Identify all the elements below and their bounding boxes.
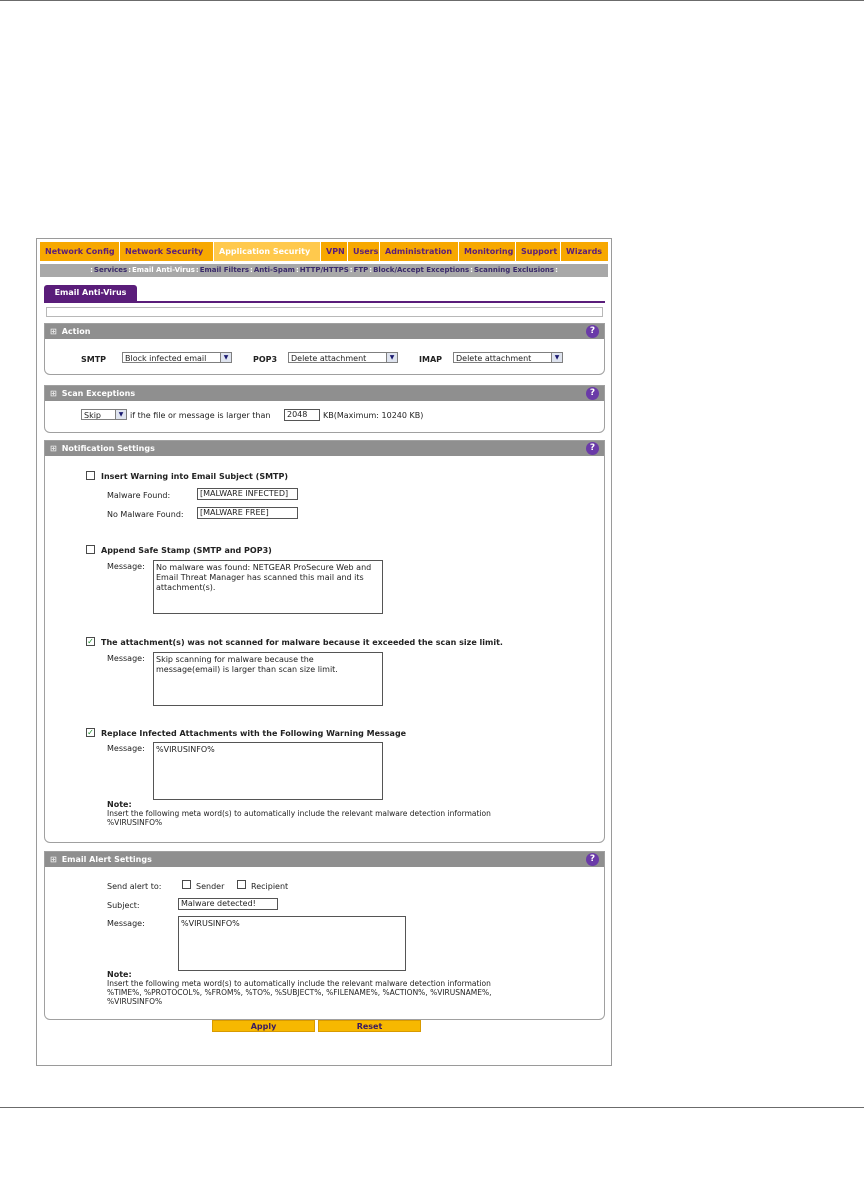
safe-stamp-message-label: Message: [107, 562, 145, 571]
subnav-block-accept-exceptions[interactable]: Block/Accept Exceptions [373, 266, 469, 274]
alert-sender-checkbox[interactable] [182, 880, 191, 889]
scan-size-suffix: KB(Maximum: 10240 KB) [323, 411, 424, 420]
subnav-services[interactable]: Services [94, 266, 127, 274]
apply-button[interactable]: Apply [212, 1020, 315, 1032]
alert-message-label: Message: [107, 919, 145, 928]
pop3-action-select[interactable]: Delete attachment ▼ [288, 352, 398, 363]
alert-message-input[interactable]: %VIRUSINFO% [178, 916, 406, 971]
tab-network-config[interactable]: Network Config [40, 242, 120, 261]
send-alert-label: Send alert to: [107, 882, 162, 891]
screenshot-window: Network Config Network Security Applicat… [36, 238, 612, 1066]
alert-recipient-checkbox[interactable] [237, 880, 246, 889]
notification-header: ⊞ Notification Settings ? [45, 441, 604, 456]
alert-subject-label: Subject: [107, 901, 140, 910]
insert-warning-label: Insert Warning into Email Subject (SMTP) [101, 472, 289, 481]
chevron-down-icon: ▼ [551, 353, 562, 362]
safe-stamp-label: Append Safe Stamp (SMTP and POP3) [101, 546, 272, 555]
section-expand-icon[interactable]: ⊞ [50, 327, 57, 336]
malware-found-input[interactable]: [MALWARE INFECTED] [197, 488, 298, 500]
section-expand-icon[interactable]: ⊞ [50, 389, 57, 398]
subnav-anti-spam[interactable]: Anti-Spam [254, 266, 295, 274]
scan-exception-mode-value: Skip [84, 411, 102, 420]
sub-nav: :Services:Email Anti-Virus:Email Filters… [40, 264, 608, 277]
help-icon[interactable]: ? [586, 853, 599, 866]
tab-administration[interactable]: Administration [380, 242, 459, 261]
replace-infected-checkbox[interactable]: ✓ [86, 728, 95, 737]
notification-note-words: %VIRUSINFO% [107, 818, 163, 827]
no-malware-found-label: No Malware Found: [107, 510, 184, 519]
notification-note-title: Note: [107, 800, 132, 809]
email-alert-section: ⊞ Email Alert Settings ? Send alert to: S… [44, 851, 605, 1020]
chevron-down-icon: ▼ [115, 410, 126, 419]
scan-size-input[interactable]: 2048 [284, 409, 320, 421]
imap-label: IMAP [419, 355, 442, 364]
subnav-http-https[interactable]: HTTP/HTTPS [300, 266, 349, 274]
action-title: Action [61, 327, 91, 336]
page-bottom-rule [0, 1107, 864, 1108]
reset-button[interactable]: Reset [318, 1020, 421, 1032]
not-scanned-label: The attachment(s) was not scanned for ma… [101, 638, 503, 647]
alert-note-title: Note: [107, 970, 132, 979]
replace-infected-message-input[interactable]: %VIRUSINFO% [153, 742, 383, 800]
not-scanned-message-label: Message: [107, 654, 145, 663]
safe-stamp-checkbox[interactable] [86, 545, 95, 554]
notification-section: ⊞ Notification Settings ? Insert Warning … [44, 440, 605, 843]
help-icon[interactable]: ? [586, 325, 599, 338]
help-icon[interactable]: ? [586, 442, 599, 455]
scan-exception-mode-select[interactable]: Skip ▼ [81, 409, 127, 420]
imap-action-value: Delete attachment [456, 354, 532, 363]
alert-subject-input[interactable]: Malware detected! [178, 898, 278, 910]
subnav-email-filters[interactable]: Email Filters [200, 266, 249, 274]
notification-title: Notification Settings [61, 444, 155, 453]
page-top-rule [0, 0, 864, 1]
tab-application-security[interactable]: Application Security [214, 242, 321, 261]
tab-underline [44, 301, 605, 303]
email-alert-header: ⊞ Email Alert Settings ? [45, 852, 604, 867]
insert-warning-checkbox[interactable] [86, 471, 95, 480]
tab-monitoring[interactable]: Monitoring [459, 242, 516, 261]
tab-wizards[interactable]: Wizards [561, 242, 608, 261]
tab-support[interactable]: Support [516, 242, 561, 261]
chevron-down-icon: ▼ [220, 353, 231, 362]
alert-note-words: %TIME%, %PROTOCOL%, %FROM%, %TO%, %SUBJE… [107, 988, 492, 1006]
not-scanned-checkbox[interactable]: ✓ [86, 637, 95, 646]
main-nav: Network Config Network Security Applicat… [40, 242, 608, 261]
section-expand-icon[interactable]: ⊞ [50, 855, 57, 864]
smtp-action-select[interactable]: Block infected email ▼ [122, 352, 232, 363]
malware-found-label: Malware Found: [107, 491, 171, 500]
status-message-bar [46, 307, 603, 317]
replace-infected-label: Replace Infected Attachments with the Fo… [101, 729, 407, 738]
alert-sender-label: Sender [196, 882, 225, 891]
no-malware-found-input[interactable]: [MALWARE FREE] [197, 507, 298, 519]
scan-exceptions-title: Scan Exceptions [61, 389, 136, 398]
scan-exception-text: if the file or message is larger than [130, 411, 271, 420]
tab-users[interactable]: Users [348, 242, 380, 261]
notification-note-text: Insert the following meta word(s) to aut… [107, 809, 491, 818]
alert-recipient-label: Recipient [251, 882, 289, 891]
smtp-action-value: Block infected email [125, 354, 207, 363]
not-scanned-message-input[interactable]: Skip scanning for malware because the me… [153, 652, 383, 706]
pop3-label: POP3 [253, 355, 278, 364]
chevron-down-icon: ▼ [386, 353, 397, 362]
section-expand-icon[interactable]: ⊞ [50, 444, 57, 453]
pop3-action-value: Delete attachment [291, 354, 367, 363]
tab-network-security[interactable]: Network Security [120, 242, 214, 261]
subnav-scanning-exclusions[interactable]: Scanning Exclusions [474, 266, 554, 274]
help-icon[interactable]: ? [586, 387, 599, 400]
scan-exceptions-section: ⊞ Scan Exceptions ? Skip ▼ if the file or… [44, 385, 605, 433]
smtp-label: SMTP [81, 355, 107, 364]
safe-stamp-message-input[interactable]: No malware was found: NETGEAR ProSecure … [153, 560, 383, 614]
action-header: ⊞ Action ? [45, 324, 604, 339]
imap-action-select[interactable]: Delete attachment ▼ [453, 352, 563, 363]
action-section: ⊞ Action ? SMTP Block infected email ▼ PO… [44, 323, 605, 375]
tab-email-anti-virus[interactable]: Email Anti-Virus [44, 285, 137, 301]
email-alert-title: Email Alert Settings [61, 855, 152, 864]
subnav-ftp[interactable]: FTP [354, 266, 369, 274]
scan-exceptions-header: ⊞ Scan Exceptions ? [45, 386, 604, 401]
alert-note-text: Insert the following meta word(s) to aut… [107, 979, 491, 988]
subnav-email-anti-virus[interactable]: Email Anti-Virus [132, 266, 195, 274]
replace-infected-message-label: Message: [107, 744, 145, 753]
tab-vpn[interactable]: VPN [321, 242, 348, 261]
